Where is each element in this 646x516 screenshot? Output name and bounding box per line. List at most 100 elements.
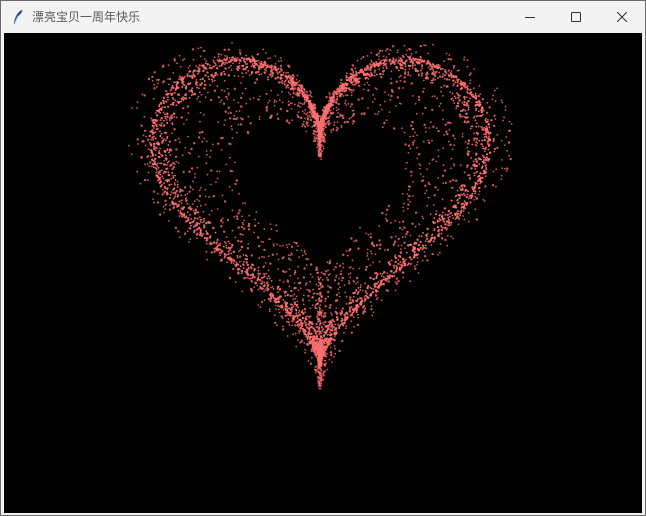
heart-particle [250, 265, 252, 268]
heart-particle [359, 71, 362, 74]
heart-particle [304, 117, 306, 120]
heart-particle [196, 166, 199, 169]
heart-particle [419, 173, 422, 175]
heart-particle [397, 280, 400, 283]
heart-particle [377, 286, 380, 289]
heart-particle [167, 99, 169, 101]
heart-particle [200, 82, 204, 85]
heart-particle [370, 61, 373, 63]
heart-particle [352, 279, 355, 282]
heart-particle [311, 345, 315, 348]
heart-particle [169, 119, 171, 121]
heart-particle [234, 236, 237, 239]
heart-particle [212, 226, 215, 230]
heart-particle [292, 317, 295, 319]
heart-particle [350, 331, 353, 334]
heart-particle [315, 323, 318, 325]
heart-particle [336, 121, 339, 124]
heart-particle [494, 100, 497, 103]
heart-particle [323, 136, 326, 139]
heart-particle [286, 310, 289, 314]
heart-particle [386, 275, 389, 278]
heart-particle [459, 82, 461, 85]
feather-icon [10, 9, 26, 25]
heart-particle [372, 93, 374, 96]
heart-particle [333, 333, 336, 336]
heart-particle [163, 159, 166, 162]
heart-particle [166, 167, 169, 170]
heart-particle [166, 149, 169, 151]
heart-particle [163, 182, 165, 185]
heart-particle [315, 342, 317, 344]
heart-particle [187, 135, 189, 138]
heart-particle [487, 157, 491, 161]
heart-particle [481, 166, 484, 169]
heart-particle [264, 288, 267, 291]
minimize-button[interactable] [507, 1, 553, 32]
heart-particle [434, 186, 437, 189]
heart-particle [453, 164, 455, 167]
heart-particle [322, 334, 326, 338]
heart-particle [427, 52, 430, 55]
heart-particle [172, 192, 175, 195]
title-bar[interactable]: 漂亮宝贝一周年快乐 [1, 1, 645, 32]
heart-particle [445, 78, 449, 81]
heart-particle [205, 233, 208, 235]
heart-particle [313, 328, 316, 331]
heart-particle [272, 296, 275, 299]
heart-particle [345, 76, 348, 79]
maximize-button[interactable] [553, 1, 599, 32]
heart-particle [476, 101, 479, 104]
heart-particle [288, 121, 291, 125]
heart-particle [268, 277, 271, 280]
heart-particle [329, 321, 333, 325]
heart-particle [320, 357, 323, 360]
heart-particle [326, 333, 329, 336]
heart-particle [314, 133, 317, 136]
heart-particle [414, 70, 417, 72]
heart-particle [366, 55, 369, 57]
heart-particle [320, 158, 323, 161]
heart-particle [265, 106, 268, 110]
heart-particle [226, 55, 229, 58]
heart-particle [459, 87, 463, 91]
heart-particle [273, 68, 276, 70]
heart-particle [242, 223, 245, 226]
heart-particle [385, 65, 388, 68]
heart-particle [199, 216, 201, 219]
heart-particle [301, 309, 304, 312]
close-button[interactable] [599, 1, 645, 32]
heart-particle [314, 124, 317, 127]
heart-particle [243, 260, 245, 263]
heart-particle [420, 69, 422, 72]
heart-particle [451, 92, 454, 95]
heart-particle [246, 272, 249, 275]
heart-particle [338, 277, 340, 280]
heart-particle [313, 135, 316, 138]
heart-particle [464, 190, 467, 193]
heart-particle [330, 350, 333, 354]
heart-particle [172, 176, 175, 179]
heart-particle [179, 65, 182, 68]
heart-particle [364, 69, 366, 72]
heart-particle [474, 119, 477, 122]
heart-particle [487, 118, 489, 121]
heart-particle [454, 97, 457, 99]
heart-particle [373, 74, 376, 77]
heart-particle [301, 103, 304, 105]
heart-particle [254, 224, 257, 227]
heart-particle [378, 260, 381, 263]
heart-particle [208, 236, 212, 239]
heart-particle [346, 316, 349, 319]
heart-particle [381, 273, 384, 275]
heart-particle [224, 54, 227, 57]
heart-particle [230, 125, 233, 128]
heart-particle [458, 94, 461, 97]
heart-particle [234, 182, 237, 186]
heart-particle [411, 127, 415, 131]
heart-particle [304, 311, 306, 314]
heart-particle [394, 281, 397, 283]
heart-particle [406, 230, 409, 234]
heart-particle [174, 139, 177, 142]
heart-particle [320, 299, 323, 301]
